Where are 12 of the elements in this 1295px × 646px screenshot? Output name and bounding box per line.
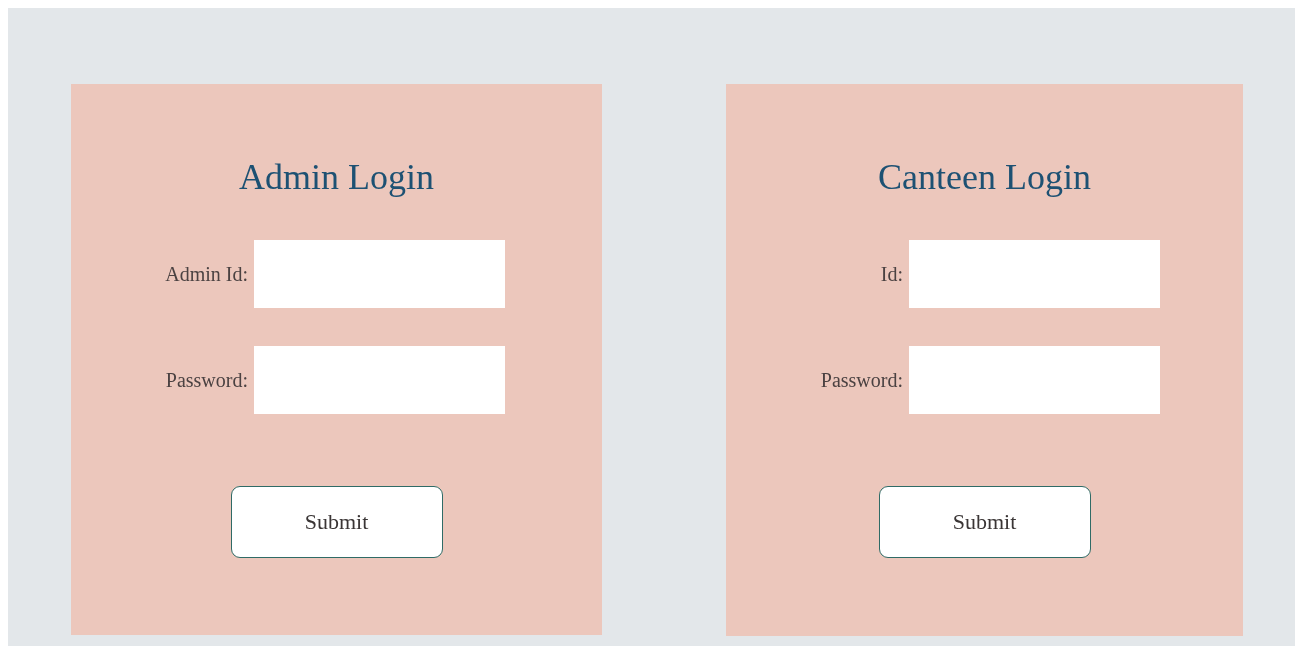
form-title: Canteen Login — [877, 156, 1092, 199]
input-field[interactable] — [254, 346, 505, 414]
form-title: Admin Login — [238, 156, 435, 199]
submit-button[interactable]: Submit — [230, 486, 443, 558]
field-label: Id: — [879, 262, 903, 286]
input-field[interactable] — [254, 240, 505, 308]
input-field[interactable] — [909, 346, 1160, 414]
field-label: Admin Id: — [164, 262, 248, 286]
submit-button[interactable]: Submit — [878, 486, 1091, 558]
input-field[interactable] — [909, 240, 1160, 308]
field-label: Password: — [164, 368, 248, 392]
field-label: Password: — [819, 368, 903, 392]
